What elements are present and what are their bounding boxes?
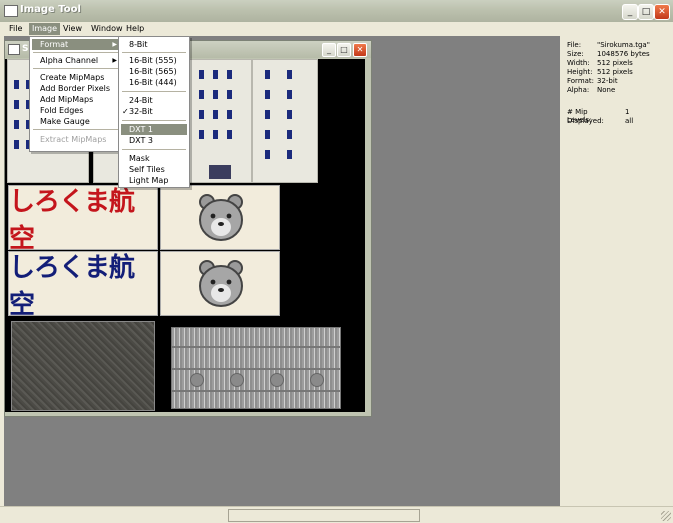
app-icon <box>4 5 18 17</box>
bear-tile-2 <box>160 251 280 316</box>
grille-texture <box>171 327 341 409</box>
menu-item-alpha-channel[interactable]: Alpha Channel ▶ <box>32 55 120 66</box>
menu-file[interactable]: File <box>6 23 25 35</box>
polar-bear-icon <box>199 260 243 307</box>
menu-separator <box>122 91 186 92</box>
menu-image[interactable]: Image <box>29 23 61 35</box>
menu-item-create-mipmaps[interactable]: Create MipMaps <box>32 72 120 83</box>
submenu-arrow-icon: ▶ <box>112 41 117 48</box>
menu-separator <box>33 68 119 69</box>
menu-window[interactable]: Window <box>88 23 126 35</box>
menu-bar: File Image View Window Help <box>0 22 673 36</box>
bear-tile-1 <box>160 185 280 250</box>
format-8-bit[interactable]: 8-Bit <box>121 39 187 50</box>
submenu-arrow-icon: ▶ <box>112 57 117 64</box>
format-16-bit-555[interactable]: 16-Bit (555) <box>121 55 187 66</box>
label-tile-red: しろくま航空 <box>8 185 158 254</box>
menu-separator <box>122 149 186 150</box>
menu-separator <box>33 52 119 53</box>
menu-item-extract-mipmaps: Extract MipMaps <box>40 135 107 144</box>
menu-separator <box>33 129 119 130</box>
format-mask[interactable]: Mask <box>121 153 187 164</box>
format-16-bit-444[interactable]: 16-Bit (444) <box>121 77 187 88</box>
child-maximize-button[interactable]: □ <box>337 43 351 57</box>
status-pane <box>228 509 420 522</box>
menu-separator <box>122 120 186 121</box>
child-window-title: S <box>22 44 29 54</box>
minimize-button[interactable]: _ <box>622 4 638 20</box>
format-light-map[interactable]: Light Map <box>121 175 187 186</box>
window-title: Image Tool <box>20 4 81 15</box>
format-16-bit-565[interactable]: 16-Bit (565) <box>121 66 187 77</box>
building-texture-4 <box>252 59 318 183</box>
checkmark-icon: ✓ <box>122 107 129 116</box>
menu-item-fold-edges[interactable]: Fold Edges <box>32 105 120 116</box>
menu-item-make-gauge[interactable]: Make Gauge <box>32 116 120 127</box>
building-texture-3 <box>188 59 252 183</box>
image-menu-dropdown: Format ▶ Alpha Channel ▶ Create MipMaps Ad… <box>29 36 123 152</box>
menu-item-format[interactable]: Format ▶ <box>32 39 120 50</box>
airline-label-blue: しろくま航空 <box>9 252 135 320</box>
format-self-tiles[interactable]: Self Tiles <box>121 164 187 175</box>
format-dxt3[interactable]: DXT 3 <box>121 135 187 146</box>
resize-grip[interactable] <box>661 511 671 521</box>
image-info-panel: File: "Sirokuma.tga" Size: 1048576 bytes W… <box>562 36 673 506</box>
format-24-bit[interactable]: 24-Bit <box>121 95 187 106</box>
menu-view[interactable]: View <box>60 23 85 35</box>
menu-help[interactable]: Help <box>123 23 147 35</box>
child-window-icon <box>8 44 20 55</box>
child-minimize-button[interactable]: _ <box>322 43 336 57</box>
child-close-button[interactable]: ✕ <box>353 43 367 57</box>
polar-bear-icon <box>199 194 243 241</box>
format-dxt1[interactable]: DXT 1 <box>121 124 187 135</box>
menu-item-add-border-pixels[interactable]: Add Border Pixels <box>32 83 120 94</box>
menu-item-add-mipmaps[interactable]: Add MipMaps <box>32 94 120 105</box>
asphalt-texture <box>11 321 155 411</box>
label-tile-blue: しろくま航空 <box>8 251 158 320</box>
format-32-bit[interactable]: ✓ 32-Bit <box>121 106 187 117</box>
menu-separator <box>122 52 186 53</box>
title-bar: Image Tool _ □ ✕ <box>0 0 673 23</box>
format-submenu: 8-Bit 16-Bit (555) 16-Bit (565) 16-Bit (… <box>118 36 190 188</box>
maximize-button[interactable]: □ <box>638 4 654 20</box>
close-button[interactable]: ✕ <box>654 4 670 20</box>
airline-label-red: しろくま航空 <box>9 186 135 254</box>
status-bar <box>0 506 673 523</box>
